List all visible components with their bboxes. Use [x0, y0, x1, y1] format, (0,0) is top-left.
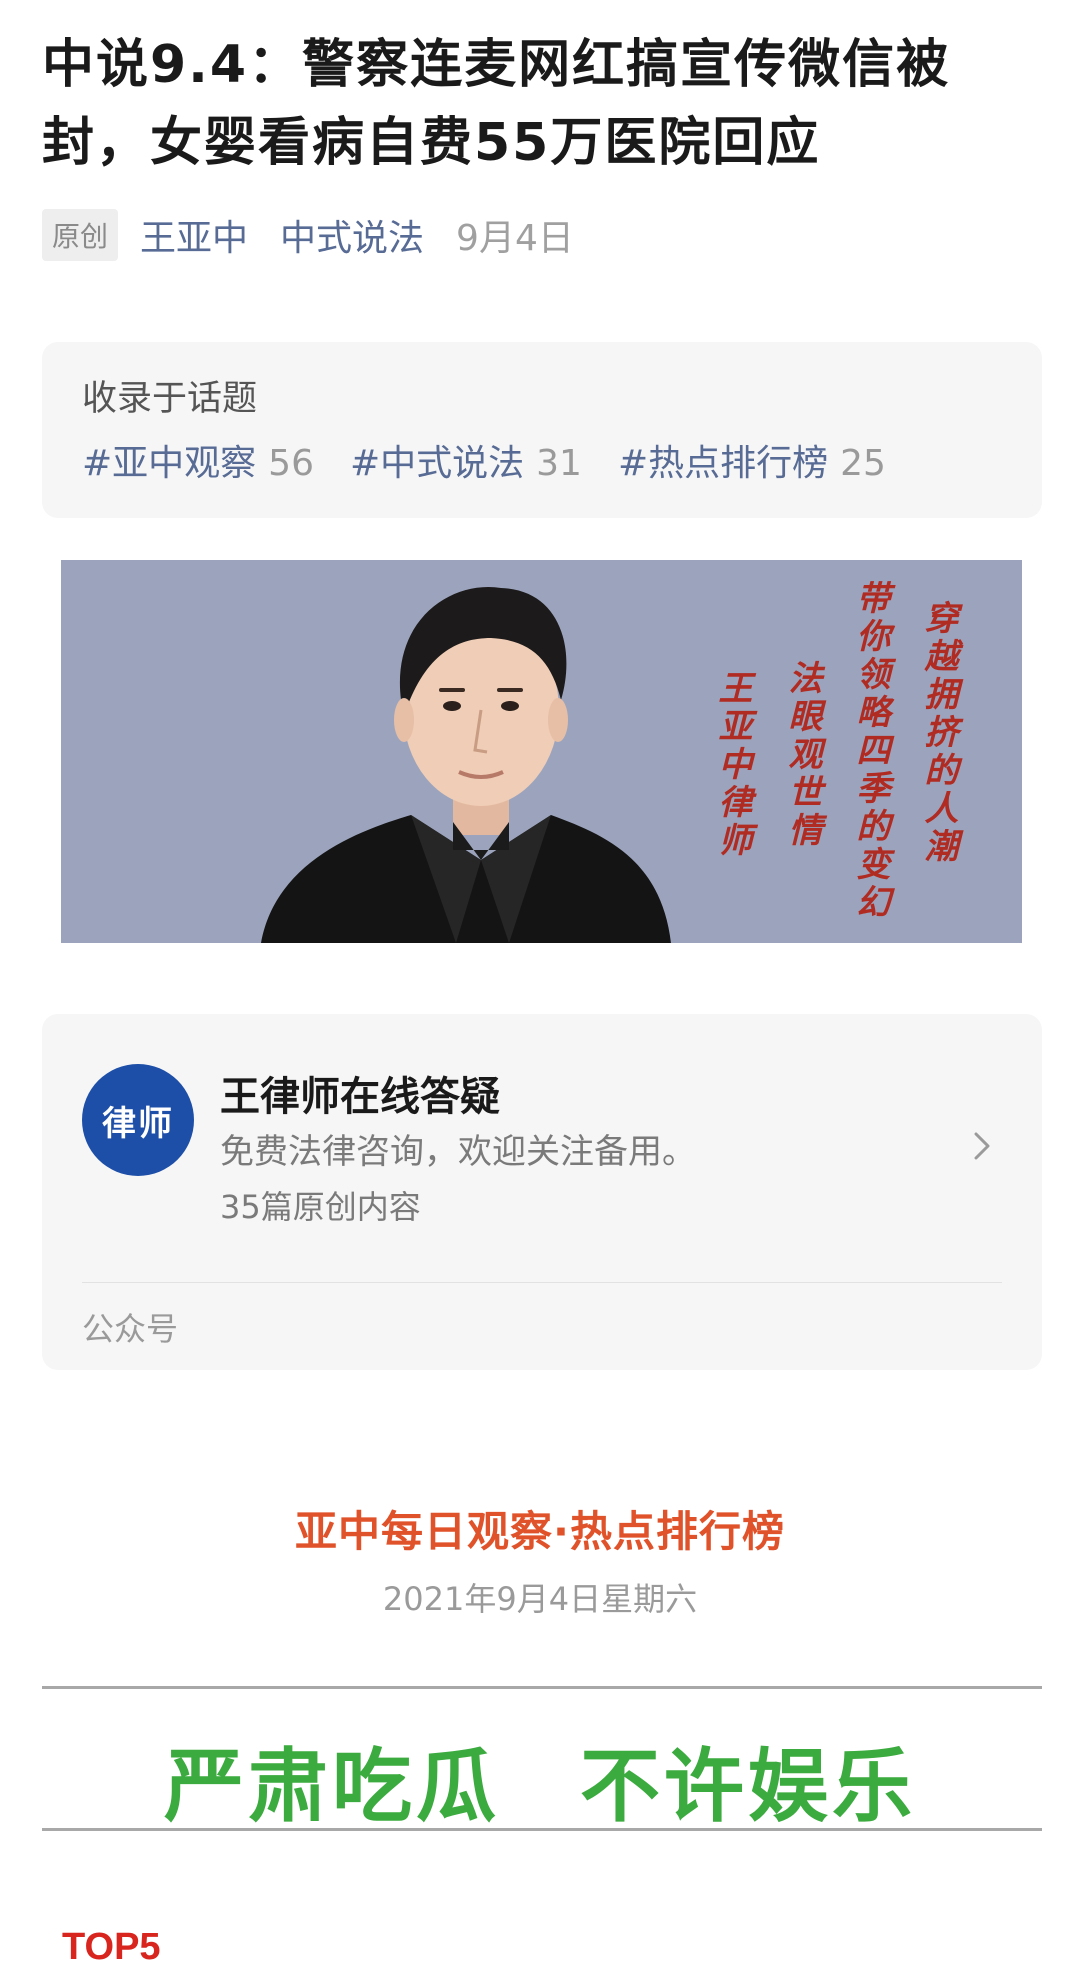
calligraphy-line: 穿越拥挤的人潮 — [918, 600, 958, 866]
topic-tags: #亚中观察 56 #中式说法 31 #热点排行榜 25 — [82, 434, 922, 486]
account-link[interactable]: 中式说法 — [280, 209, 424, 261]
card-divider — [82, 1282, 1002, 1283]
slogan: 严肃吃瓜 不许娱乐 — [0, 1722, 1080, 1838]
account-name: 王律师在线答疑 — [220, 1074, 500, 1120]
topic-tag-name: #亚中观察 — [82, 443, 257, 484]
account-card[interactable]: 律师 王律师在线答疑 免费法律咨询，欢迎关注备用。 35篇原创内容 公众号 — [42, 1014, 1042, 1370]
topic-tag[interactable]: #热点排行榜 25 — [618, 434, 886, 486]
author-link[interactable]: 王亚中 — [140, 209, 248, 261]
divider-top — [42, 1686, 1042, 1689]
section-heading: 亚中每日观察·热点排行榜 — [295, 1507, 785, 1556]
account-description: 免费法律咨询，欢迎关注备用。 — [220, 1132, 696, 1172]
article-meta: 原创 王亚中 中式说法 9月4日 — [42, 208, 574, 262]
topic-tag-name: #中式说法 — [349, 443, 525, 484]
calligraphy-line: 带你领略四季的变幻 — [850, 580, 890, 922]
calligraphy-line: 法眼观世情 — [782, 660, 822, 850]
slogan-left: 严肃吃瓜 — [164, 1740, 500, 1833]
topic-tag[interactable]: #亚中观察 56 — [82, 434, 314, 486]
article-title: 中说9.4：警察连麦网红搞宣传微信被封，女婴看病自费55万医院回应 — [42, 35, 951, 173]
top-label: TOP5 — [62, 1926, 161, 1968]
account-type-label: 公众号 — [82, 1310, 179, 1348]
original-badge: 原创 — [42, 209, 119, 261]
banner-image: 穿越拥挤的人潮 带你领略四季的变幻 法眼观世情 王亚中律师 — [61, 560, 1022, 943]
topic-label: 收录于话题 — [82, 379, 258, 419]
slogan-right: 不许娱乐 — [580, 1740, 916, 1833]
calligraphy-line: 王亚中律师 — [712, 670, 752, 860]
topic-tag-count: 25 — [840, 443, 886, 484]
topic-card: 收录于话题 #亚中观察 56 #中式说法 31 #热点排行榜 25 — [42, 342, 1042, 518]
chevron-right-icon — [974, 1132, 990, 1160]
account-article-count: 35篇原创内容 — [220, 1188, 421, 1226]
divider-bottom — [42, 1828, 1042, 1831]
topic-tag-count: 56 — [268, 443, 314, 484]
publish-date: 9月4日 — [456, 218, 574, 259]
topic-tag-count: 31 — [536, 443, 582, 484]
account-avatar: 律师 — [82, 1064, 194, 1176]
section-date: 2021年9月4日星期六 — [382, 1580, 698, 1618]
topic-tag-name: #热点排行榜 — [617, 443, 829, 484]
avatar-text: 律师 — [102, 1103, 174, 1144]
topic-tag[interactable]: #中式说法 31 — [350, 434, 582, 486]
